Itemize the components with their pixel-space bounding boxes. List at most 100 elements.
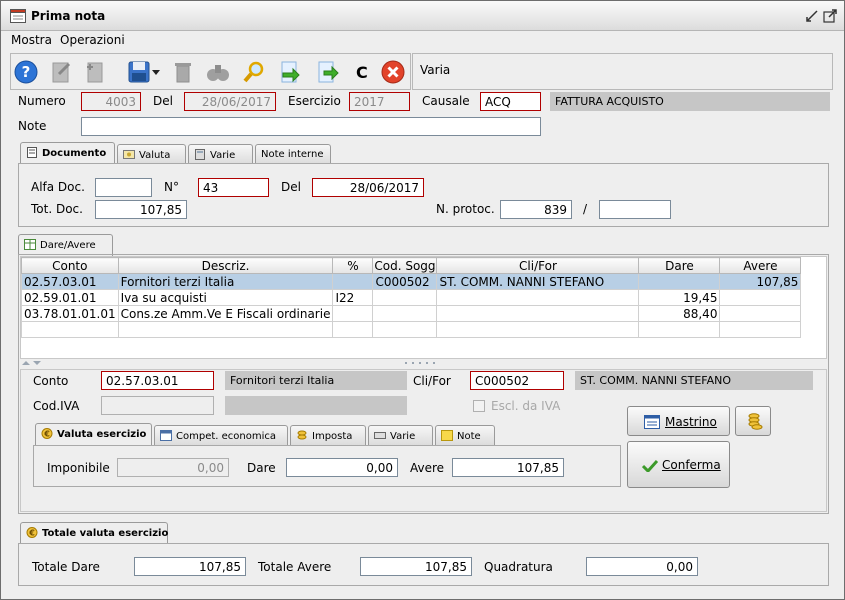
tab-varie-detail[interactable]: Varie xyxy=(368,425,433,445)
cell-cli-for[interactable]: ST. COMM. NANNI STEFANO xyxy=(436,273,640,290)
splitter-arrows-icon[interactable] xyxy=(21,360,43,366)
cell-cod-sogg[interactable] xyxy=(372,321,438,338)
help-icon[interactable]: ? xyxy=(14,60,38,84)
tab-note-interne-label: Note interne xyxy=(261,149,324,160)
avere-field[interactable]: 107,85 xyxy=(452,458,564,477)
tab-valuta-esercizio-label: Valuta esercizio xyxy=(57,429,147,440)
cell-cod-sogg[interactable] xyxy=(372,289,438,306)
col-avere[interactable]: Avere xyxy=(719,257,802,274)
maximize-icon[interactable] xyxy=(823,9,837,23)
protoc-suffix-field[interactable] xyxy=(599,200,671,219)
cell-descriz[interactable]: Fornitori terzi Italia xyxy=(117,273,334,290)
col-dare[interactable]: Dare xyxy=(638,257,721,274)
splitter-grip-icon[interactable] xyxy=(405,362,439,365)
causale-field[interactable]: ACQ xyxy=(480,92,541,111)
tab-varie[interactable]: Varie xyxy=(188,144,253,164)
cell-conto[interactable] xyxy=(21,321,119,338)
tab-documento[interactable]: Documento xyxy=(20,142,115,164)
save-icon[interactable] xyxy=(127,60,151,84)
tab-varie-detail-label: Varie xyxy=(390,431,416,442)
svg-text:€: € xyxy=(28,529,35,538)
cell-descriz[interactable] xyxy=(117,321,334,338)
n-protoc-field[interactable]: 839 xyxy=(500,200,572,219)
cell-percent[interactable]: I22 xyxy=(332,289,374,306)
cell-dare[interactable]: 19,45 xyxy=(638,289,721,306)
cell-avere[interactable] xyxy=(719,321,802,338)
cell-avere[interactable] xyxy=(719,289,802,306)
tab-compet-economica[interactable]: Compet. economica xyxy=(154,425,288,445)
dare-field[interactable]: 0,00 xyxy=(286,458,398,477)
tab-note-interne[interactable]: Note interne xyxy=(255,144,331,164)
cell-conto[interactable]: 02.57.03.01 xyxy=(21,273,119,290)
cell-percent[interactable] xyxy=(332,321,374,338)
cell-cli-for[interactable] xyxy=(436,305,640,322)
mastrino-button[interactable]: Mastrino xyxy=(627,406,730,436)
cell-descriz[interactable]: Cons.ze Amm.Ve E Fiscali ordinarie xyxy=(117,305,334,322)
menu-mostra[interactable]: Mostra xyxy=(11,33,52,47)
clifor-field[interactable]: C000502 xyxy=(470,371,564,390)
table-row[interactable]: 03.78.01.01.01 Cons.ze Amm.Ve E Fiscali … xyxy=(21,305,802,322)
close-red-icon[interactable] xyxy=(381,60,405,84)
note-field[interactable] xyxy=(81,117,541,136)
cell-avere[interactable]: 107,85 xyxy=(719,273,802,290)
search-icon[interactable] xyxy=(242,60,266,84)
coins-button[interactable] xyxy=(735,406,771,436)
tab-valuta-esercizio[interactable]: € Valuta esercizio xyxy=(35,423,152,445)
clifor-description: ST. COMM. NANNI STEFANO xyxy=(575,371,813,390)
menu-operazioni[interactable]: Operazioni xyxy=(60,33,125,47)
c-letter-icon[interactable]: C xyxy=(356,63,368,82)
totale-avere-field[interactable]: 107,85 xyxy=(360,557,472,576)
tab-note-detail[interactable]: Note xyxy=(435,425,495,445)
save-dropdown-chevron-icon[interactable] xyxy=(152,70,160,76)
cell-conto[interactable]: 03.78.01.01.01 xyxy=(21,305,119,322)
tab-documento-label: Documento xyxy=(42,148,107,159)
menu-bar: Mostra Operazioni xyxy=(1,31,844,51)
col-percent[interactable]: % xyxy=(332,257,374,274)
col-descriz[interactable]: Descriz. xyxy=(117,257,334,274)
numero-doc-field[interactable]: 43 xyxy=(198,178,269,197)
delete-bin-icon[interactable] xyxy=(171,60,195,84)
tab-totale-valuta-esercizio[interactable]: € Totale valuta esercizio xyxy=(20,522,168,544)
totale-dare-field[interactable]: 107,85 xyxy=(134,557,246,576)
cell-percent[interactable] xyxy=(332,305,374,322)
cell-cli-for[interactable] xyxy=(436,321,640,338)
restore-icon[interactable] xyxy=(805,9,819,23)
table-row[interactable]: 02.57.03.01 Fornitori terzi Italia C0005… xyxy=(21,273,802,290)
del-doc-field[interactable]: 28/06/2017 xyxy=(312,178,424,197)
table-row[interactable]: 02.59.01.01 Iva su acquisti I22 19,45 xyxy=(21,289,802,306)
cell-cod-sogg[interactable] xyxy=(372,305,438,322)
causale-description: FATTURA ACQUISTO xyxy=(550,92,830,111)
escl-iva-checkbox[interactable] xyxy=(473,400,485,412)
cell-dare[interactable] xyxy=(638,273,721,290)
esercizio-field[interactable]: 2017 xyxy=(349,92,410,111)
cell-avere[interactable] xyxy=(719,305,802,322)
cell-descriz[interactable]: Iva su acquisti xyxy=(117,289,334,306)
conferma-button[interactable]: Conferma xyxy=(627,441,730,488)
col-cod-sogg[interactable]: Cod. Sogg xyxy=(372,257,438,274)
table-row[interactable] xyxy=(21,321,802,338)
cell-dare[interactable]: 88,40 xyxy=(638,305,721,322)
quadratura-field[interactable]: 0,00 xyxy=(586,557,698,576)
del-date-field[interactable]: 28/06/2017 xyxy=(184,92,276,111)
numero-field[interactable]: 4003 xyxy=(81,92,141,111)
cell-conto[interactable]: 02.59.01.01 xyxy=(21,289,119,306)
import-arrow-icon[interactable] xyxy=(278,60,302,84)
cell-percent[interactable] xyxy=(332,273,374,290)
conto-field[interactable]: 02.57.03.01 xyxy=(101,371,214,390)
tot-doc-field[interactable]: 107,85 xyxy=(95,200,187,219)
col-cli-for[interactable]: Cli/For xyxy=(436,257,640,274)
cell-dare[interactable] xyxy=(638,321,721,338)
tab-imposta[interactable]: Imposta xyxy=(290,425,366,445)
imponibile-field[interactable]: 0,00 xyxy=(117,458,229,477)
binoculars-icon[interactable] xyxy=(206,60,230,84)
export-arrow-icon[interactable] xyxy=(315,60,339,84)
cell-cod-sogg[interactable]: C000502 xyxy=(372,273,438,290)
new-document-icon[interactable] xyxy=(83,60,107,84)
codiva-field[interactable] xyxy=(101,396,214,415)
tab-valuta[interactable]: Valuta xyxy=(117,144,186,164)
edit-document-icon[interactable] xyxy=(49,60,73,84)
cell-cli-for[interactable] xyxy=(436,289,640,306)
col-conto[interactable]: Conto xyxy=(21,257,119,274)
tab-dare-avere[interactable]: Dare/Avere xyxy=(18,234,113,256)
alfa-doc-field[interactable] xyxy=(95,178,152,197)
